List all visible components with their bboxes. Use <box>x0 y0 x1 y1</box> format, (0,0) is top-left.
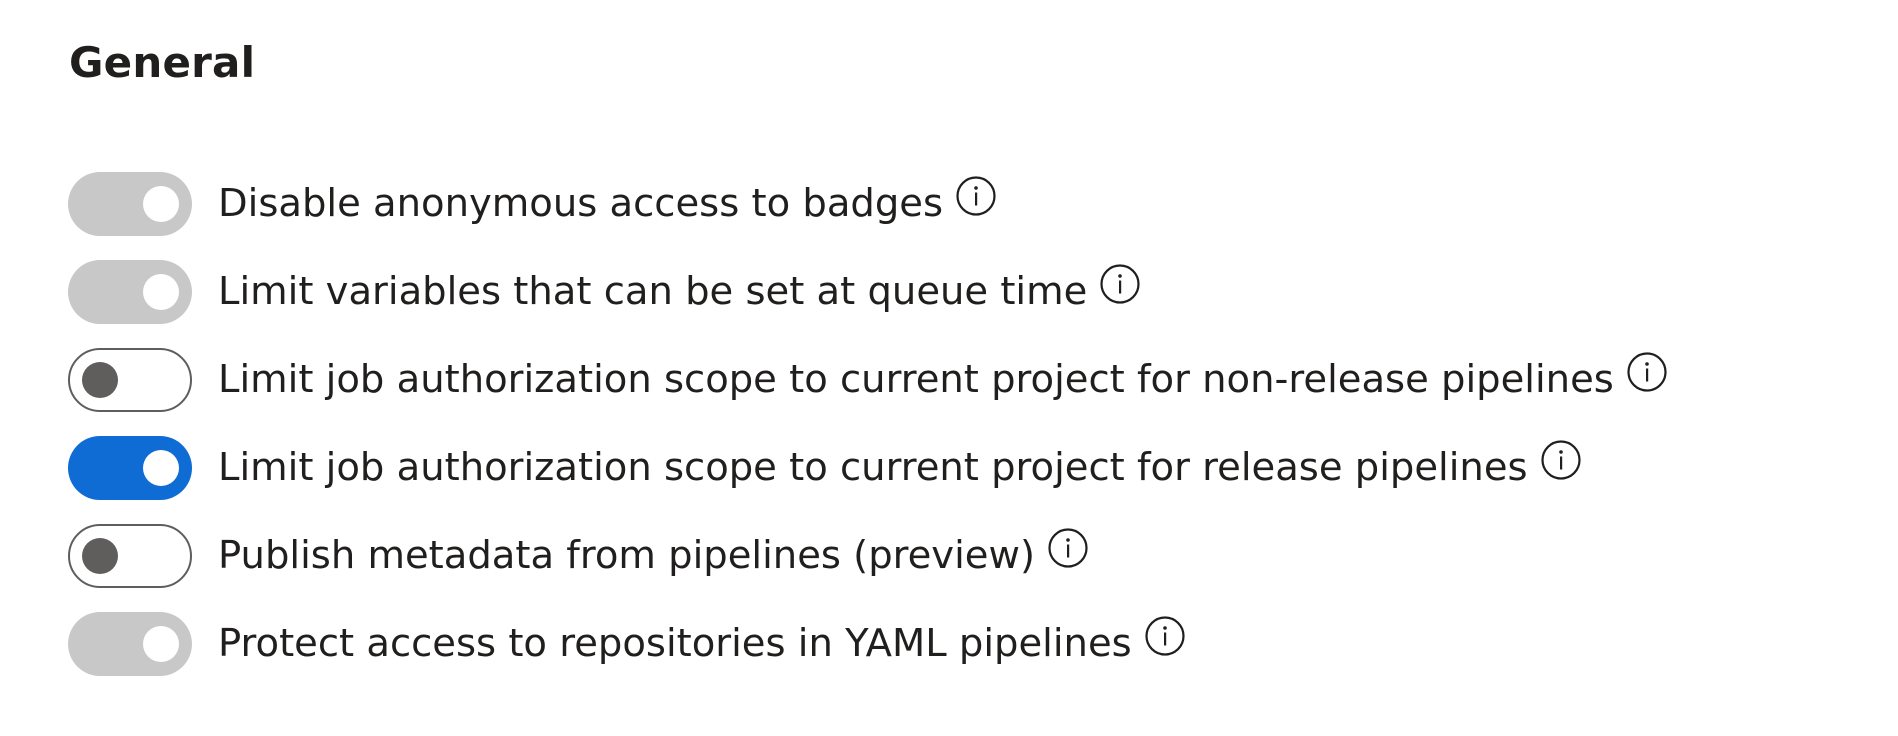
settings-list: Disable anonymous access to badges Limit… <box>68 160 1668 688</box>
setting-limit-scope-release: Limit job authorization scope to current… <box>68 424 1668 512</box>
setting-label: Limit variables that can be set at queue… <box>218 268 1088 314</box>
setting-publish-metadata: Publish metadata from pipelines (preview… <box>68 512 1668 600</box>
toggle-knob <box>143 186 179 222</box>
toggle-limit-queue-variables[interactable] <box>68 260 192 324</box>
toggle-knob <box>143 626 179 662</box>
setting-label: Disable anonymous access to badges <box>218 180 944 226</box>
toggle-publish-metadata[interactable] <box>68 524 192 588</box>
toggle-limit-scope-non-release[interactable] <box>68 348 192 412</box>
info-icon[interactable] <box>1099 263 1141 305</box>
toggle-knob <box>143 274 179 310</box>
setting-label: Limit job authorization scope to current… <box>218 444 1528 490</box>
toggle-knob <box>82 362 118 398</box>
toggle-disable-anonymous-badges[interactable] <box>68 172 192 236</box>
setting-limit-queue-variables: Limit variables that can be set at queue… <box>68 248 1668 336</box>
setting-limit-scope-non-release: Limit job authorization scope to current… <box>68 336 1668 424</box>
toggle-knob <box>82 538 118 574</box>
setting-label: Publish metadata from pipelines (preview… <box>218 532 1035 578</box>
setting-label: Limit job authorization scope to current… <box>218 356 1614 402</box>
info-icon[interactable] <box>1626 351 1668 393</box>
info-icon[interactable] <box>955 175 997 217</box>
setting-disable-anonymous-badges: Disable anonymous access to badges <box>68 160 1668 248</box>
setting-protect-repo-access: Protect access to repositories in YAML p… <box>68 600 1668 688</box>
toggle-knob <box>143 450 179 486</box>
info-icon[interactable] <box>1144 615 1186 657</box>
setting-label: Protect access to repositories in YAML p… <box>218 620 1132 666</box>
info-icon[interactable] <box>1047 527 1089 569</box>
info-icon[interactable] <box>1540 439 1582 481</box>
section-title: General <box>69 38 256 87</box>
toggle-limit-scope-release[interactable] <box>68 436 192 500</box>
toggle-protect-repo-access[interactable] <box>68 612 192 676</box>
